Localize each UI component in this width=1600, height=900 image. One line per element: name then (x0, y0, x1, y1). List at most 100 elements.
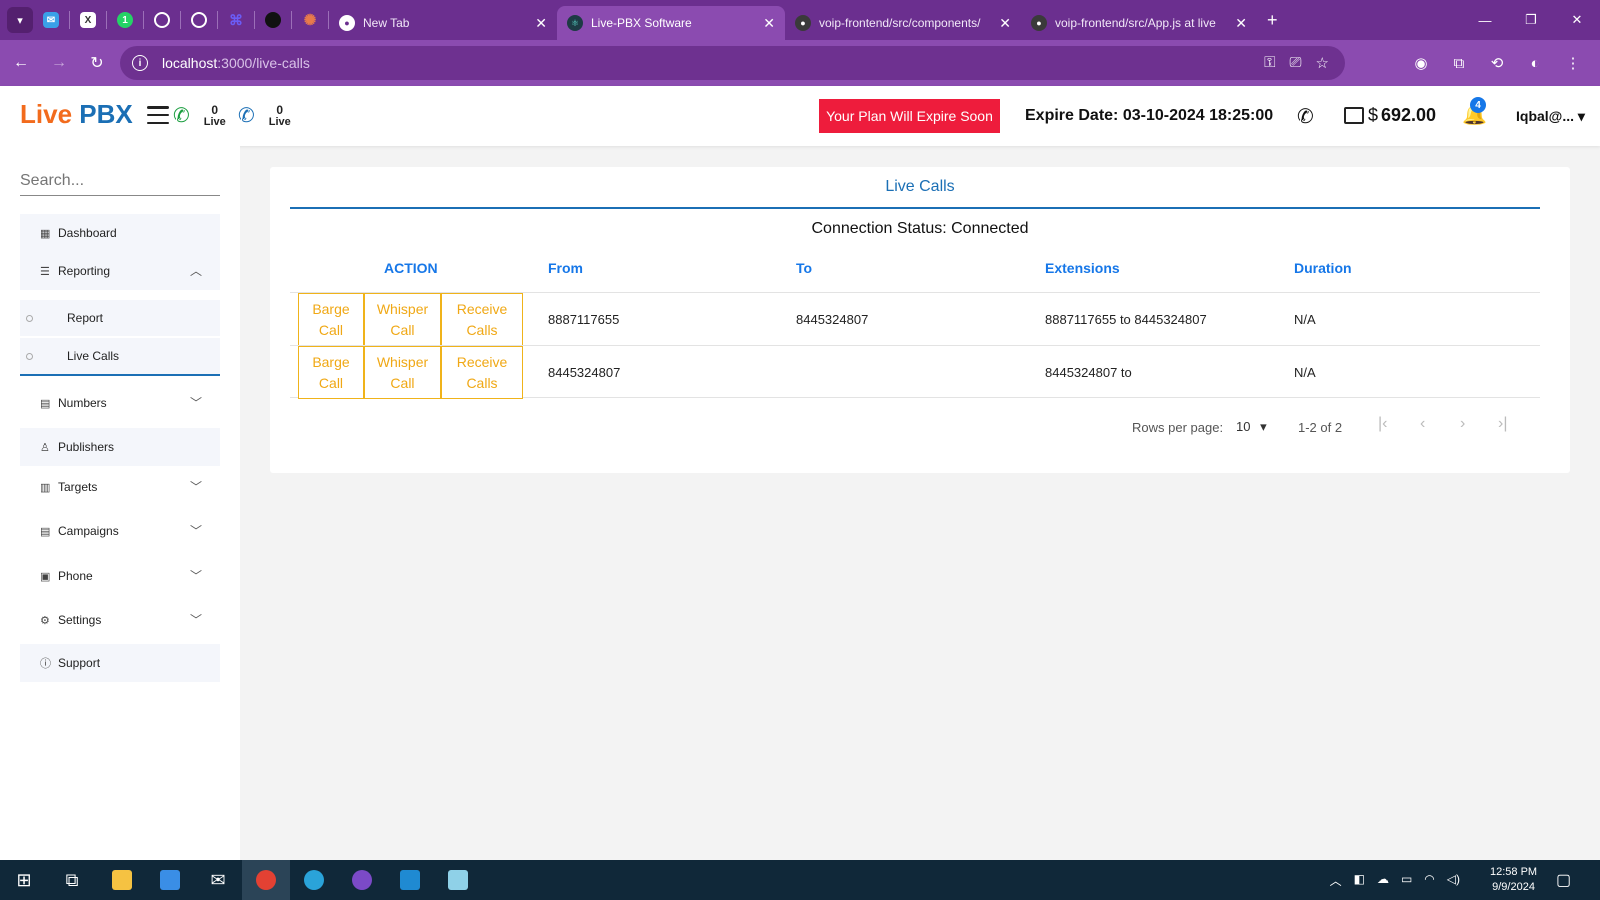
github-icon: ● (1031, 15, 1047, 31)
pinned-tab[interactable]: X (70, 0, 106, 40)
whisper-call-button[interactable]: Whisper Call (364, 346, 441, 399)
notification-center-icon[interactable]: ▢ (1556, 870, 1571, 890)
reload-icon[interactable]: ↻ (80, 46, 114, 80)
sidebar-item-label: Support (58, 656, 101, 670)
hamburger-menu-icon[interactable] (147, 106, 169, 124)
restore-icon[interactable]: ❐ (1508, 0, 1554, 40)
url-input[interactable]: i localhost:3000/live-calls ⚿ ⎚ ☆ (120, 46, 1345, 80)
column-header-action: ACTION (384, 260, 438, 276)
taskbar-clock[interactable]: 12:58 PM 9/9/2024 (1490, 865, 1537, 895)
tab-new-tab[interactable]: ● New Tab ✕ (329, 6, 557, 40)
button-label-line: Call (390, 321, 415, 338)
install-app-icon[interactable]: ⎚ (1290, 54, 1302, 72)
mail-icon[interactable]: ✉ (194, 860, 242, 900)
sidebar-item-live-calls[interactable]: Live Calls (20, 338, 220, 374)
close-window-icon[interactable]: ✕ (1554, 0, 1600, 40)
tab-label: New Tab (363, 16, 410, 30)
receive-calls-button[interactable]: Receive Calls (441, 293, 523, 346)
browser-menu-icon[interactable]: ⋮ (1556, 46, 1590, 80)
sidebar-item-phone[interactable]: ▣ Phone ﹀ (20, 557, 220, 595)
pinned-tab[interactable]: ✉ (33, 0, 69, 40)
minimize-icon[interactable]: — (1462, 0, 1508, 40)
close-icon[interactable]: ✕ (535, 15, 547, 32)
last-page-icon[interactable]: ›| (1498, 415, 1507, 433)
pinned-tab[interactable] (144, 0, 180, 40)
close-icon[interactable]: ✕ (763, 15, 775, 32)
vscode-icon[interactable] (386, 860, 434, 900)
bookmark-star-icon[interactable]: ☆ (1316, 54, 1329, 72)
previous-page-icon[interactable]: ‹ (1420, 415, 1425, 433)
site-info-icon[interactable]: i (132, 55, 148, 71)
sidebar-item-campaigns[interactable]: ▤ Campaigns ﹀ (20, 512, 220, 550)
tab-search-menu-icon[interactable]: ▾ (7, 7, 33, 33)
password-key-icon[interactable]: ⚿ (1264, 54, 1275, 72)
close-icon[interactable]: ✕ (1235, 15, 1247, 32)
chevron-up-icon[interactable]: ︿ (1330, 872, 1342, 889)
history-icon[interactable]: ⟲ (1480, 46, 1514, 80)
pinned-tab[interactable]: ⌘ (218, 0, 254, 40)
battery-icon[interactable]: ▭ (1401, 872, 1412, 889)
store-icon[interactable] (146, 860, 194, 900)
sidebar-item-support[interactable]: ⓘ Support (20, 644, 220, 682)
windows-start-icon[interactable]: ⊞ (0, 860, 48, 900)
edge-icon[interactable] (290, 860, 338, 900)
close-icon[interactable]: ✕ (999, 15, 1011, 32)
onedrive-icon[interactable]: ☁ (1377, 872, 1389, 889)
back-icon[interactable]: ← (4, 46, 38, 80)
sidebar-item-publishers[interactable]: ♙ Publishers (20, 428, 220, 466)
pinned-tab[interactable] (255, 0, 291, 40)
button-label-line: Calls (466, 321, 498, 338)
next-page-icon[interactable]: › (1460, 415, 1465, 433)
chevron-down-icon: ﹀ (189, 613, 202, 627)
new-tab-icon[interactable]: + (1267, 10, 1278, 31)
barge-call-button[interactable]: Barge Call (298, 293, 364, 346)
wifi-icon[interactable]: ◠ (1424, 872, 1434, 889)
notepad-icon[interactable] (434, 860, 482, 900)
sidebar-item-report[interactable]: Report (20, 300, 220, 336)
cell-extensions: 8445324807 to (1045, 365, 1132, 380)
tab-github-components[interactable]: ● voip-frontend/src/components/ ✕ (785, 6, 1021, 40)
sidebar-item-numbers[interactable]: ▤ Numbers ﹀ (20, 384, 220, 422)
table-row: Barge Call Whisper Call Receive Calls 88871… (290, 292, 1540, 346)
meet-now-icon[interactable]: ◧ (1354, 872, 1365, 889)
sidebar-item-reporting[interactable]: ☰ Reporting ︿ (20, 252, 220, 290)
phone-icon[interactable]: ✆ (1297, 104, 1314, 129)
forward-icon[interactable]: → (42, 46, 76, 80)
rows-per-page-select[interactable]: 10 ▾ (1236, 419, 1267, 435)
plan-expire-button[interactable]: Your Plan Will Expire Soon (819, 99, 1000, 133)
logo[interactable]: Live PBX (20, 99, 133, 130)
sidebar-item-label: Dashboard (58, 226, 117, 240)
button-label-line: Call (390, 374, 415, 391)
tab-github-app[interactable]: ● voip-frontend/src/App.js at live ✕ (1021, 6, 1257, 40)
pinned-tab[interactable]: ✺ (292, 0, 328, 40)
user-menu[interactable]: Iqbal@... ▾ (1516, 108, 1585, 125)
sidebar-item-settings[interactable]: ⚙ Settings ﹀ (20, 601, 220, 639)
first-page-icon[interactable]: |‹ (1378, 415, 1387, 433)
pinned-tab[interactable] (181, 0, 217, 40)
pinned-tab[interactable]: 1 (107, 0, 143, 40)
live-count-label: Live (268, 115, 291, 128)
barge-call-button[interactable]: Barge Call (298, 346, 364, 399)
chevron-up-icon: ︿ (189, 264, 202, 278)
receive-calls-button[interactable]: Receive Calls (441, 346, 523, 399)
user-icon: ♙ (40, 441, 50, 454)
chrome-taskbar-icon[interactable] (242, 860, 290, 900)
sidebar-item-dashboard[interactable]: ▦ Dashboard (20, 214, 220, 252)
tab-live-pbx[interactable]: ⚛ Live-PBX Software ✕ (557, 6, 785, 40)
whisper-call-button[interactable]: Whisper Call (364, 293, 441, 346)
camera-extension-icon[interactable]: ◉ (1404, 46, 1438, 80)
file-explorer-icon[interactable] (98, 860, 146, 900)
volume-icon[interactable]: ◁) (1447, 872, 1460, 889)
extensions-puzzle-icon[interactable]: ⧉ (1442, 46, 1476, 80)
chevron-down-icon: ﹀ (189, 569, 202, 583)
table-row: Barge Call Whisper Call Receive Calls 84453… (290, 345, 1540, 399)
balance-value: 692.00 (1381, 105, 1437, 125)
sidebar-item-targets[interactable]: ▥ Targets ﹀ (20, 468, 220, 506)
chatgpt-icon (154, 12, 170, 28)
task-view-icon[interactable]: ⧉ (48, 860, 96, 900)
search-input[interactable] (20, 166, 220, 196)
sidebar-item-label: Numbers (58, 396, 107, 410)
profile-avatar-icon[interactable]: ◐ (1518, 46, 1552, 80)
window-controls: — ❐ ✕ (1462, 0, 1600, 40)
github-desktop-icon[interactable] (338, 860, 386, 900)
